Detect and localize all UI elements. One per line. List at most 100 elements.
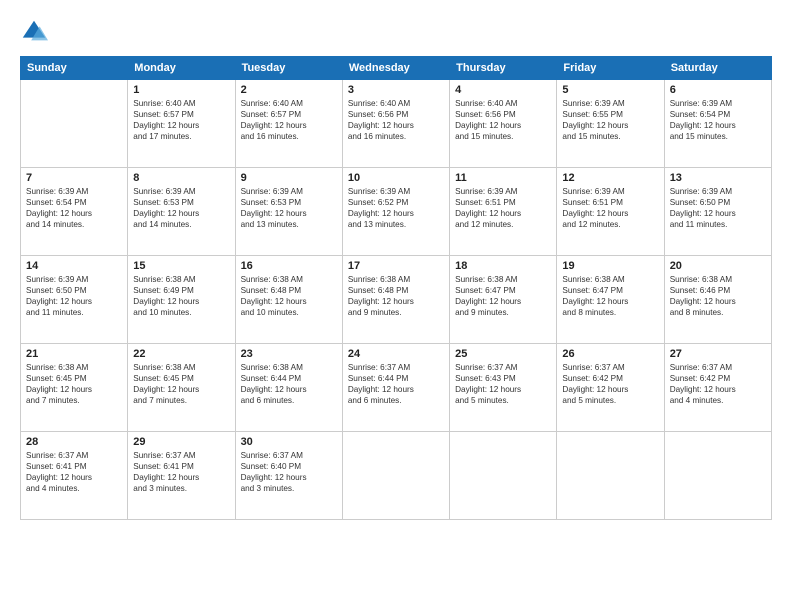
col-header-monday: Monday xyxy=(128,57,235,80)
day-cell: 17Sunrise: 6:38 AM Sunset: 6:48 PM Dayli… xyxy=(342,256,449,344)
day-number: 18 xyxy=(455,260,551,272)
logo xyxy=(20,18,52,46)
day-cell: 28 Sunrise: 6:37 AM Sunset: 6:41 PM Dayli… xyxy=(21,432,128,520)
day-info: Sunrise: 6:38 AM Sunset: 6:49 PM Dayligh… xyxy=(133,274,229,318)
day-cell: 1Sunrise: 6:40 AM Sunset: 6:57 PM Daylig… xyxy=(128,80,235,168)
day-info: Sunrise: 6:39 AM Sunset: 6:50 PM Dayligh… xyxy=(670,186,766,230)
day-cell: 23 Sunrise: 6:38 AM Sunset: 6:44 PM Dayli… xyxy=(235,344,342,432)
col-header-sunday: Sunday xyxy=(21,57,128,80)
day-cell: 14 Sunrise: 6:39 AM Sunset: 6:50 PM Dayli… xyxy=(21,256,128,344)
day-number: 15 xyxy=(133,260,229,272)
page: SundayMondayTuesdayWednesdayThursdayFrid… xyxy=(0,0,792,612)
day-info: Sunrise: 6:38 AM Sunset: 6:44 PM Dayligh… xyxy=(241,362,337,406)
day-cell: 4Sunrise: 6:40 AM Sunset: 6:56 PM Daylig… xyxy=(450,80,557,168)
day-cell: 29 Sunrise: 6:37 AM Sunset: 6:41 PM Dayli… xyxy=(128,432,235,520)
day-number: 10 xyxy=(348,172,444,184)
col-header-saturday: Saturday xyxy=(664,57,771,80)
day-cell: 8 Sunrise: 6:39 AM Sunset: 6:53 PM Daylig… xyxy=(128,168,235,256)
day-info: Sunrise: 6:39 AM Sunset: 6:53 PM Dayligh… xyxy=(241,186,337,230)
day-info: Sunrise: 6:39 AM Sunset: 6:55 PM Dayligh… xyxy=(562,98,658,142)
day-info: Sunrise: 6:38 AM Sunset: 6:45 PM Dayligh… xyxy=(26,362,122,406)
day-cell: 30 Sunrise: 6:37 AM Sunset: 6:40 PM Dayli… xyxy=(235,432,342,520)
day-number: 20 xyxy=(670,260,766,272)
day-info: Sunrise: 6:38 AM Sunset: 6:46 PM Dayligh… xyxy=(670,274,766,318)
day-info: Sunrise: 6:40 AM Sunset: 6:57 PM Dayligh… xyxy=(241,98,337,142)
day-cell xyxy=(557,432,664,520)
day-cell: 20 Sunrise: 6:38 AM Sunset: 6:46 PM Dayli… xyxy=(664,256,771,344)
day-cell: 7Sunrise: 6:39 AM Sunset: 6:54 PM Daylig… xyxy=(21,168,128,256)
day-number: 7 xyxy=(26,172,122,184)
header xyxy=(20,18,772,46)
day-number: 24 xyxy=(348,348,444,360)
col-header-wednesday: Wednesday xyxy=(342,57,449,80)
day-number: 30 xyxy=(241,436,337,448)
day-number: 21 xyxy=(26,348,122,360)
day-info: Sunrise: 6:40 AM Sunset: 6:57 PM Dayligh… xyxy=(133,98,229,142)
day-cell xyxy=(342,432,449,520)
day-number: 11 xyxy=(455,172,551,184)
day-cell: 22 Sunrise: 6:38 AM Sunset: 6:45 PM Dayli… xyxy=(128,344,235,432)
day-cell: 21 Sunrise: 6:38 AM Sunset: 6:45 PM Dayli… xyxy=(21,344,128,432)
calendar-header: SundayMondayTuesdayWednesdayThursdayFrid… xyxy=(21,57,772,80)
day-number: 3 xyxy=(348,84,444,96)
day-info: Sunrise: 6:39 AM Sunset: 6:50 PM Dayligh… xyxy=(26,274,122,318)
day-cell: 6 Sunrise: 6:39 AM Sunset: 6:54 PM Daylig… xyxy=(664,80,771,168)
week-row-3: 14 Sunrise: 6:39 AM Sunset: 6:50 PM Dayli… xyxy=(21,256,772,344)
day-info: Sunrise: 6:38 AM Sunset: 6:48 PM Dayligh… xyxy=(241,274,337,318)
week-row-1: 1Sunrise: 6:40 AM Sunset: 6:57 PM Daylig… xyxy=(21,80,772,168)
day-cell: 16 Sunrise: 6:38 AM Sunset: 6:48 PM Dayli… xyxy=(235,256,342,344)
day-cell xyxy=(450,432,557,520)
day-number: 28 xyxy=(26,436,122,448)
day-cell: 24Sunrise: 6:37 AM Sunset: 6:44 PM Dayli… xyxy=(342,344,449,432)
day-number: 8 xyxy=(133,172,229,184)
day-cell: 18 Sunrise: 6:38 AM Sunset: 6:47 PM Dayli… xyxy=(450,256,557,344)
day-number: 27 xyxy=(670,348,766,360)
day-info: Sunrise: 6:37 AM Sunset: 6:42 PM Dayligh… xyxy=(670,362,766,406)
day-cell: 13 Sunrise: 6:39 AM Sunset: 6:50 PM Dayli… xyxy=(664,168,771,256)
day-number: 13 xyxy=(670,172,766,184)
day-number: 23 xyxy=(241,348,337,360)
week-row-4: 21 Sunrise: 6:38 AM Sunset: 6:45 PM Dayli… xyxy=(21,344,772,432)
day-info: Sunrise: 6:39 AM Sunset: 6:54 PM Dayligh… xyxy=(670,98,766,142)
day-cell: 9Sunrise: 6:39 AM Sunset: 6:53 PM Daylig… xyxy=(235,168,342,256)
week-row-2: 7Sunrise: 6:39 AM Sunset: 6:54 PM Daylig… xyxy=(21,168,772,256)
day-info: Sunrise: 6:40 AM Sunset: 6:56 PM Dayligh… xyxy=(348,98,444,142)
day-info: Sunrise: 6:37 AM Sunset: 6:41 PM Dayligh… xyxy=(26,450,122,494)
day-cell xyxy=(21,80,128,168)
day-cell: 25Sunrise: 6:37 AM Sunset: 6:43 PM Dayli… xyxy=(450,344,557,432)
day-number: 6 xyxy=(670,84,766,96)
day-number: 12 xyxy=(562,172,658,184)
calendar-table: SundayMondayTuesdayWednesdayThursdayFrid… xyxy=(20,56,772,520)
header-row: SundayMondayTuesdayWednesdayThursdayFrid… xyxy=(21,57,772,80)
day-info: Sunrise: 6:39 AM Sunset: 6:53 PM Dayligh… xyxy=(133,186,229,230)
calendar-body: 1Sunrise: 6:40 AM Sunset: 6:57 PM Daylig… xyxy=(21,80,772,520)
day-cell: 26Sunrise: 6:37 AM Sunset: 6:42 PM Dayli… xyxy=(557,344,664,432)
day-cell: 15 Sunrise: 6:38 AM Sunset: 6:49 PM Dayli… xyxy=(128,256,235,344)
day-number: 22 xyxy=(133,348,229,360)
day-number: 16 xyxy=(241,260,337,272)
day-info: Sunrise: 6:37 AM Sunset: 6:40 PM Dayligh… xyxy=(241,450,337,494)
day-info: Sunrise: 6:38 AM Sunset: 6:45 PM Dayligh… xyxy=(133,362,229,406)
day-cell: 11Sunrise: 6:39 AM Sunset: 6:51 PM Dayli… xyxy=(450,168,557,256)
day-cell: 10 Sunrise: 6:39 AM Sunset: 6:52 PM Dayli… xyxy=(342,168,449,256)
day-info: Sunrise: 6:39 AM Sunset: 6:52 PM Dayligh… xyxy=(348,186,444,230)
day-number: 2 xyxy=(241,84,337,96)
day-number: 26 xyxy=(562,348,658,360)
day-number: 29 xyxy=(133,436,229,448)
col-header-tuesday: Tuesday xyxy=(235,57,342,80)
day-cell: 5 Sunrise: 6:39 AM Sunset: 6:55 PM Daylig… xyxy=(557,80,664,168)
col-header-thursday: Thursday xyxy=(450,57,557,80)
day-number: 19 xyxy=(562,260,658,272)
logo-icon xyxy=(20,18,48,46)
day-cell: 12Sunrise: 6:39 AM Sunset: 6:51 PM Dayli… xyxy=(557,168,664,256)
day-info: Sunrise: 6:38 AM Sunset: 6:47 PM Dayligh… xyxy=(455,274,551,318)
day-info: Sunrise: 6:37 AM Sunset: 6:41 PM Dayligh… xyxy=(133,450,229,494)
day-number: 5 xyxy=(562,84,658,96)
day-cell: 27 Sunrise: 6:37 AM Sunset: 6:42 PM Dayli… xyxy=(664,344,771,432)
day-cell xyxy=(664,432,771,520)
day-cell: 3 Sunrise: 6:40 AM Sunset: 6:56 PM Daylig… xyxy=(342,80,449,168)
day-number: 14 xyxy=(26,260,122,272)
day-number: 4 xyxy=(455,84,551,96)
day-info: Sunrise: 6:38 AM Sunset: 6:47 PM Dayligh… xyxy=(562,274,658,318)
day-info: Sunrise: 6:38 AM Sunset: 6:48 PM Dayligh… xyxy=(348,274,444,318)
